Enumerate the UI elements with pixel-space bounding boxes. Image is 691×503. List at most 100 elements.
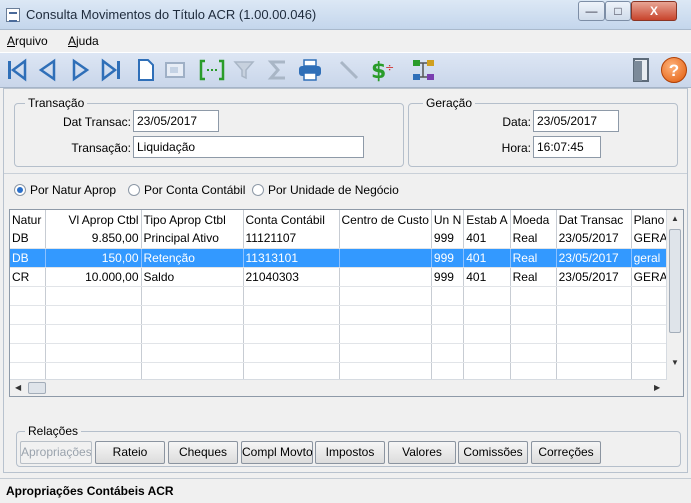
col-header-un-n[interactable]: Un N <box>431 210 465 229</box>
menu-bar: Arquivo Ajuda <box>0 31 691 52</box>
cell-moeda: Real <box>510 248 557 268</box>
cell-conta: 11121107 <box>243 229 340 249</box>
maximize-button[interactable]: □ <box>605 1 631 21</box>
tree-icon[interactable] <box>411 56 437 84</box>
cell-natur: DB <box>10 248 46 268</box>
currency-icon[interactable]: $ ÷ <box>369 56 395 84</box>
horizontal-scrollbar[interactable]: ◀ ▶ <box>10 379 667 396</box>
transacao-field[interactable]: Liquidação <box>133 136 364 158</box>
rateio-button[interactable]: Rateio <box>95 441 165 464</box>
menu-ajuda[interactable]: Ajuda <box>68 34 99 48</box>
menu-ajuda-label: juda <box>76 34 99 48</box>
relacoes-group: Relações Apropriações Rateio Cheques Com… <box>16 424 681 467</box>
first-record-icon[interactable] <box>4 56 30 84</box>
cell-moeda: Real <box>510 267 557 287</box>
col-header-dat-transac[interactable]: Dat Transac <box>556 210 632 229</box>
line-icon[interactable] <box>336 56 362 84</box>
close-button[interactable]: X <box>631 1 677 21</box>
radio-por-unidade-negocio[interactable]: Por Unidade de Negócio <box>252 183 399 197</box>
cell-dat-transac: 23/05/2017 <box>556 267 632 287</box>
next-record-icon[interactable] <box>68 56 94 84</box>
cell-estab: 401 <box>463 248 511 268</box>
table-row-selected[interactable]: DB 150,00 Retenção 11313101 999 401 Real… <box>10 248 674 268</box>
col-header-conta-contabil[interactable]: Conta Contábil <box>243 210 340 229</box>
app-icon <box>6 8 20 22</box>
scroll-right-icon[interactable]: ▶ <box>654 383 660 392</box>
transacao-group: Transação Dat Transac: 23/05/2017 Transa… <box>14 96 404 167</box>
scroll-left-icon[interactable]: ◀ <box>15 383 21 392</box>
scroll-up-icon[interactable]: ▲ <box>671 214 679 223</box>
cell-un-n: 999 <box>431 248 465 268</box>
geracao-legend: Geração <box>423 96 476 110</box>
menu-arquivo-label: rquivo <box>15 34 48 48</box>
cell-dat-transac: 23/05/2017 <box>556 248 632 268</box>
cell-tipo-aprop: Retenção <box>141 248 244 268</box>
status-bar: Apropriações Contábeis ACR <box>0 478 691 503</box>
comissoes-button[interactable]: Comissões <box>458 441 528 464</box>
dat-transac-field[interactable]: 23/05/2017 <box>133 110 219 132</box>
minimize-button[interactable]: — <box>578 1 605 21</box>
compl-movto-button[interactable]: Compl Movto <box>241 441 313 464</box>
cell-un-n: 999 <box>431 267 465 287</box>
radio-por-natur-aprop-label: Por Natur Aprop <box>30 183 117 197</box>
impostos-button[interactable]: Impostos <box>315 441 385 464</box>
transacao-label: Transação: <box>71 141 131 155</box>
sum-icon[interactable] <box>265 56 291 84</box>
cell-moeda: Real <box>510 229 557 249</box>
table-row[interactable]: CR 10.000,00 Saldo 21040303 999 401 Real… <box>10 267 674 287</box>
vertical-scroll-thumb[interactable] <box>669 229 681 333</box>
print-icon[interactable] <box>297 56 323 84</box>
hora-label: Hora: <box>501 141 531 155</box>
cell-conta: 21040303 <box>243 267 340 287</box>
cheques-button[interactable]: Cheques <box>168 441 238 464</box>
last-record-icon[interactable] <box>98 56 124 84</box>
radio-por-unidade-negocio-label: Por Unidade de Negócio <box>268 183 399 197</box>
cell-tipo-aprop: Principal Ativo <box>141 229 244 249</box>
radio-off-icon <box>252 184 264 196</box>
menu-arquivo[interactable]: Arquivo <box>7 34 48 48</box>
correcoes-button[interactable]: Correções <box>531 441 601 464</box>
transacao-legend: Transação <box>25 96 88 110</box>
filter-icon[interactable] <box>231 56 257 84</box>
table-row[interactable]: DB 9.850,00 Principal Ativo 11121107 999… <box>10 229 674 249</box>
movements-grid[interactable]: Natur Vl Aprop Ctbl Tipo Aprop Ctbl Cont… <box>9 209 684 397</box>
relacoes-legend: Relações <box>25 424 82 438</box>
cell-vl-aprop: 9.850,00 <box>45 229 142 249</box>
col-header-estab[interactable]: Estab A <box>463 210 511 229</box>
radio-on-icon <box>14 184 26 196</box>
horizontal-scroll-thumb[interactable] <box>28 382 46 394</box>
data-field[interactable]: 23/05/2017 <box>533 110 619 132</box>
col-header-tipo-aprop-ctbl[interactable]: Tipo Aprop Ctbl <box>141 210 244 229</box>
separator <box>4 173 687 174</box>
cell-un-n: 999 <box>431 229 465 249</box>
main-panel: Transação Dat Transac: 23/05/2017 Transa… <box>3 88 688 473</box>
hora-field[interactable]: 16:07:45 <box>533 136 601 158</box>
cell-dat-transac: 23/05/2017 <box>556 229 632 249</box>
scroll-down-icon[interactable]: ▼ <box>671 358 679 367</box>
menu-ajuda-accel: A <box>68 34 77 48</box>
col-header-natur[interactable]: Natur <box>10 210 46 229</box>
svg-text:÷: ÷ <box>385 61 394 74</box>
cell-natur: CR <box>10 267 46 287</box>
radio-por-natur-aprop[interactable]: Por Natur Aprop <box>14 183 116 197</box>
empty-row <box>10 286 674 306</box>
col-header-moeda[interactable]: Moeda <box>510 210 557 229</box>
geracao-group: Geração Data: 23/05/2017 Hora: 16:07:45 <box>408 96 678 167</box>
bracket-range-icon[interactable] <box>198 56 225 84</box>
cell-estab: 401 <box>463 267 511 287</box>
previous-record-icon[interactable] <box>34 56 60 84</box>
cell-estab: 401 <box>463 229 511 249</box>
zoom-icon[interactable] <box>162 56 188 84</box>
document-icon[interactable] <box>133 56 159 84</box>
vertical-scrollbar[interactable]: ▲ ▼ <box>666 210 683 396</box>
apropriacoes-button[interactable]: Apropriações <box>20 441 92 464</box>
radio-por-conta-contabil[interactable]: Por Conta Contábil <box>128 183 245 197</box>
col-header-centro-custo[interactable]: Centro de Custo <box>339 210 432 229</box>
title-bar: Consulta Movimentos do Título ACR (1.00.… <box>0 0 691 30</box>
valores-button[interactable]: Valores <box>388 441 456 464</box>
empty-row <box>10 343 674 363</box>
col-header-vl-aprop-ctbl[interactable]: Vl Aprop Ctbl <box>45 210 142 229</box>
exit-door-icon[interactable] <box>628 56 654 84</box>
empty-row <box>10 324 674 344</box>
help-icon[interactable]: ? <box>661 57 687 83</box>
